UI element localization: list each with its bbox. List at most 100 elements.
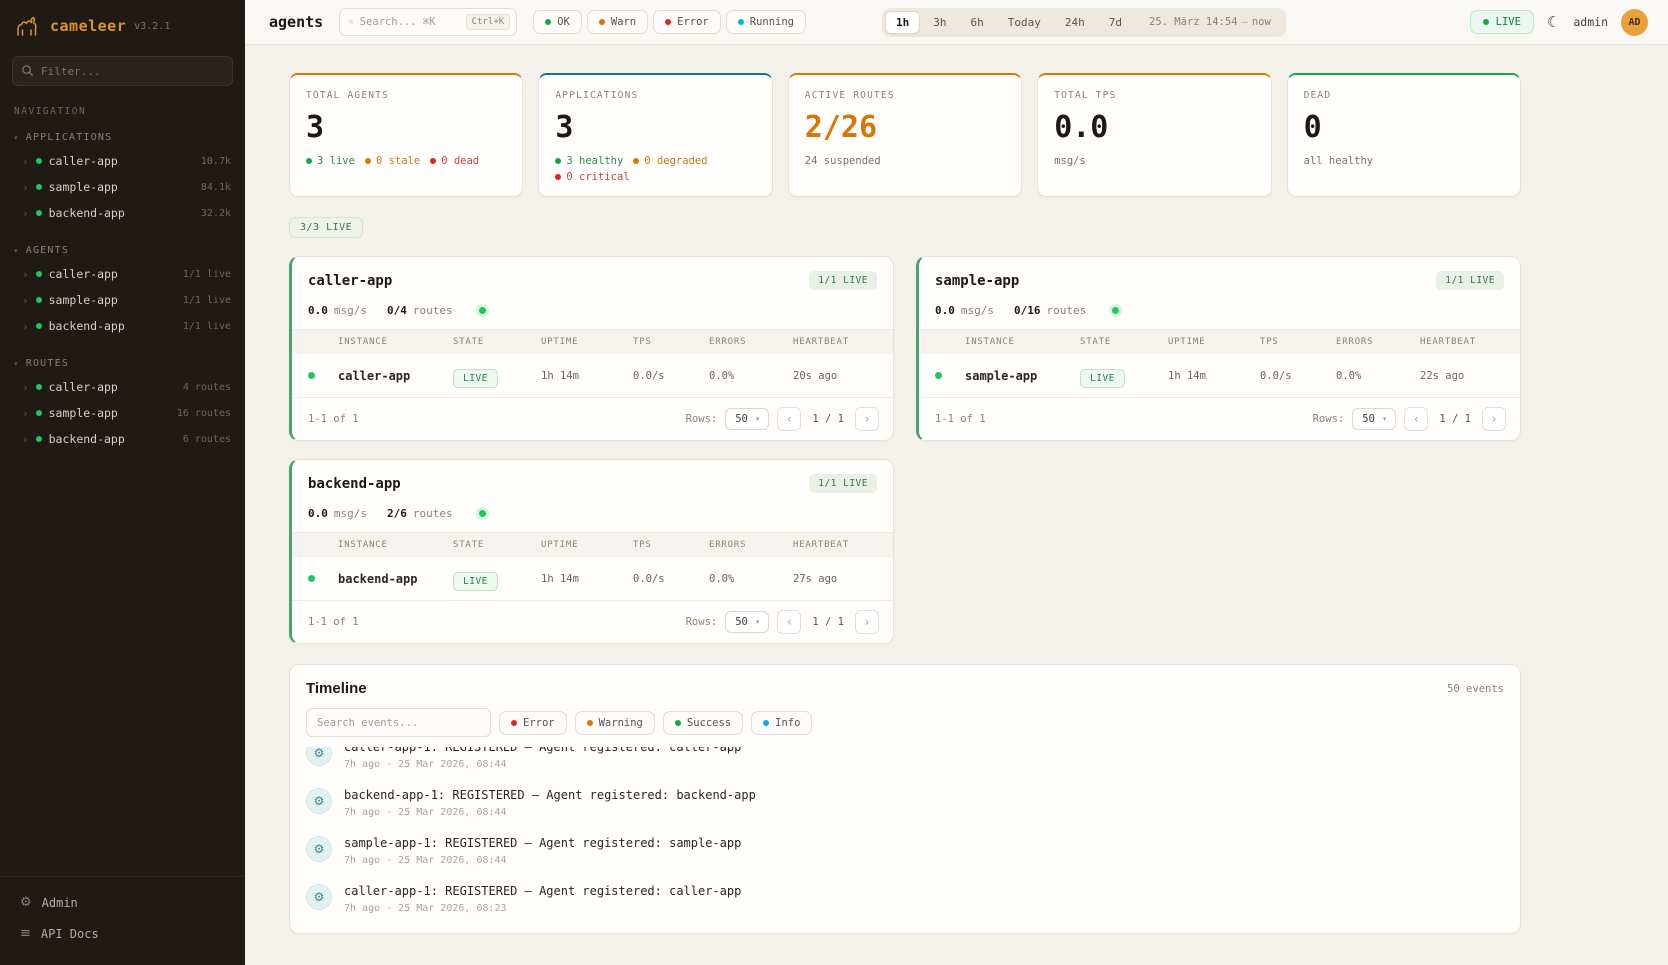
sidebar-item-meta: 10.7k [201, 156, 231, 167]
app-root: cameleer v3.2.1 NAVIGATION ▾ APPLICATION… [0, 0, 1668, 965]
status-filter-chips: OK Warn Error Running [533, 10, 806, 34]
sidebar-footer-label: Admin [42, 896, 78, 910]
sidebar-item-agents-caller-app[interactable]: › caller-app 1/1 live [0, 261, 245, 287]
camel-logo-icon [16, 16, 42, 36]
heartbeat-cell: 22s ago [1420, 370, 1520, 382]
stat-sub-label: all healthy [1304, 155, 1374, 167]
filter-chip-running[interactable]: Running [726, 10, 806, 34]
ok-dot [675, 720, 681, 726]
list-item[interactable]: ⚙ caller-app-1: REGISTERED — Agent regis… [306, 875, 1504, 923]
state-badge: LIVE [1080, 369, 1125, 388]
sidebar-item-api-docs[interactable]: ≡ API Docs [0, 918, 245, 949]
timeline-controls: Error Warning Success Info [290, 708, 1520, 747]
sidebar-item-label: sample-app [49, 180, 118, 194]
sidebar-item-agents-backend-app[interactable]: › backend-app 1/1 live [0, 313, 245, 339]
filter-chip-ok[interactable]: OK [533, 10, 582, 34]
gear-icon: ⚙ [306, 884, 332, 910]
range-button-24h[interactable]: 24h [1054, 11, 1096, 34]
content-area: TOTAL AGENTS 3 3 live 0 stale 0 dead APP… [245, 45, 1668, 965]
app-version: v3.2.1 [134, 21, 170, 32]
routes-label: routes [413, 304, 453, 317]
section-header-applications[interactable]: ▾ APPLICATIONS [0, 127, 245, 148]
rows-per-page-select[interactable]: 50 ▾ [725, 611, 769, 633]
event-list[interactable]: ⚙ caller-app-1: REGISTERED — Agent regis… [290, 747, 1520, 923]
table-row[interactable]: backend-app LIVE 1h 14m 0.0/s 0.0% 27s a… [292, 557, 893, 600]
sidebar-item-routes-sample-app[interactable]: › sample-app 16 routes [0, 400, 245, 426]
next-page-button[interactable]: › [855, 610, 879, 634]
column-header: STATE [1080, 337, 1168, 347]
chevron-right-icon: › [22, 407, 29, 420]
page-indicator: 1 / 1 [809, 413, 847, 425]
prev-page-button[interactable]: ‹ [777, 610, 801, 634]
agent-live-badge: 1/1 LIVE [1436, 271, 1504, 290]
table-row[interactable]: sample-app LIVE 1h 14m 0.0/s 0.0% 22s ag… [919, 354, 1520, 397]
timeline-filter-error[interactable]: Error [499, 711, 567, 735]
sidebar-item-agents-sample-app[interactable]: › sample-app 1/1 live [0, 287, 245, 313]
section-header-routes[interactable]: ▾ ROUTES [0, 353, 245, 374]
filter-chip-error[interactable]: Error [653, 10, 721, 34]
sidebar-footer: ⚙ Admin ≡ API Docs [0, 876, 245, 965]
page-indicator: 1 / 1 [1436, 413, 1474, 425]
sidebar-item-routes-backend-app[interactable]: › backend-app 6 routes [0, 426, 245, 452]
filter-chip-label: Warn [611, 16, 636, 28]
timeline-search-input[interactable] [306, 708, 491, 737]
filter-chip-label: Running [750, 16, 794, 28]
status-dot [36, 297, 42, 303]
live-status-badge[interactable]: LIVE [1470, 10, 1534, 34]
tps-value: 0.0 [935, 304, 955, 317]
info-dot [763, 720, 769, 726]
section-header-agents[interactable]: ▾ AGENTS [0, 240, 245, 261]
search-icon [349, 16, 353, 28]
live-summary-badge: 3/3 LIVE [289, 217, 363, 238]
prev-page-button[interactable]: ‹ [1404, 407, 1428, 431]
sidebar-item-routes-caller-app[interactable]: › caller-app 4 routes [0, 374, 245, 400]
row-range-label: 1-1 of 1 [935, 413, 986, 425]
errors-cell: 0.0% [709, 370, 793, 382]
column-header: TPS [633, 337, 709, 347]
ok-dot [306, 158, 312, 164]
timeline-filter-warning[interactable]: Warning [575, 711, 655, 735]
next-page-button[interactable]: › [1482, 407, 1506, 431]
list-item[interactable]: ⚙ sample-app-1: REGISTERED — Agent regis… [306, 827, 1504, 875]
stat-sub-label: msg/s [1054, 155, 1086, 167]
tps-cell: 0.0/s [633, 573, 709, 585]
range-button-1h[interactable]: 1h [885, 11, 920, 34]
list-item[interactable]: ⚙ caller-app-1: REGISTERED — Agent regis… [306, 747, 1504, 779]
row-range-label: 1-1 of 1 [308, 413, 359, 425]
dark-mode-toggle[interactable]: ☾ [1547, 13, 1560, 31]
sidebar-item-applications-backend-app[interactable]: › backend-app 32.2k [0, 200, 245, 226]
heartbeat-cell: 20s ago [793, 370, 893, 382]
range-button-3h[interactable]: 3h [922, 11, 957, 34]
range-button-6h[interactable]: 6h [960, 11, 995, 34]
status-dot [36, 436, 42, 442]
rows-per-page-select[interactable]: 50 ▾ [725, 408, 769, 430]
sidebar-item-applications-sample-app[interactable]: › sample-app 84.1k [0, 174, 245, 200]
list-item[interactable]: ⚙ backend-app-1: REGISTERED — Agent regi… [306, 779, 1504, 827]
routes-value: 0/16 [1014, 304, 1041, 317]
filter-chip-warn[interactable]: Warn [587, 10, 648, 34]
timeline-filter-info[interactable]: Info [751, 711, 812, 735]
table-row[interactable]: caller-app LIVE 1h 14m 0.0/s 0.0% 20s ag… [292, 354, 893, 397]
global-search-input[interactable] [360, 16, 460, 28]
range-button-7d[interactable]: 7d [1098, 11, 1133, 34]
rows-per-page-select[interactable]: 50 ▾ [1352, 408, 1396, 430]
prev-page-button[interactable]: ‹ [777, 407, 801, 431]
next-page-button[interactable]: › [855, 407, 879, 431]
event-time: 7h ago · 25 Mar 2026, 08:44 [344, 759, 741, 770]
chevron-right-icon: › [22, 381, 29, 394]
global-search[interactable]: Ctrl+K [339, 8, 517, 36]
filter-chip-label: OK [557, 16, 570, 28]
range-button-today[interactable]: Today [997, 11, 1052, 34]
sidebar-item-label: backend-app [49, 432, 125, 446]
app-name: cameleer [50, 17, 126, 35]
app-logo[interactable]: cameleer v3.2.1 [0, 0, 245, 48]
timeline-filter-success[interactable]: Success [663, 711, 743, 735]
table-header: INSTANCE STATE UPTIME TPS ERRORS HEARTBE… [292, 330, 893, 354]
agent-card-stats: 0.0 msg/s 2/6 routes [292, 503, 893, 533]
sidebar-filter [12, 56, 233, 86]
sidebar-item-applications-caller-app[interactable]: › caller-app 10.7k [0, 148, 245, 174]
ok-dot [555, 158, 561, 164]
sidebar-item-admin[interactable]: ⚙ Admin [0, 887, 245, 918]
avatar[interactable]: AD [1621, 9, 1648, 36]
sidebar-filter-input[interactable] [12, 56, 233, 86]
